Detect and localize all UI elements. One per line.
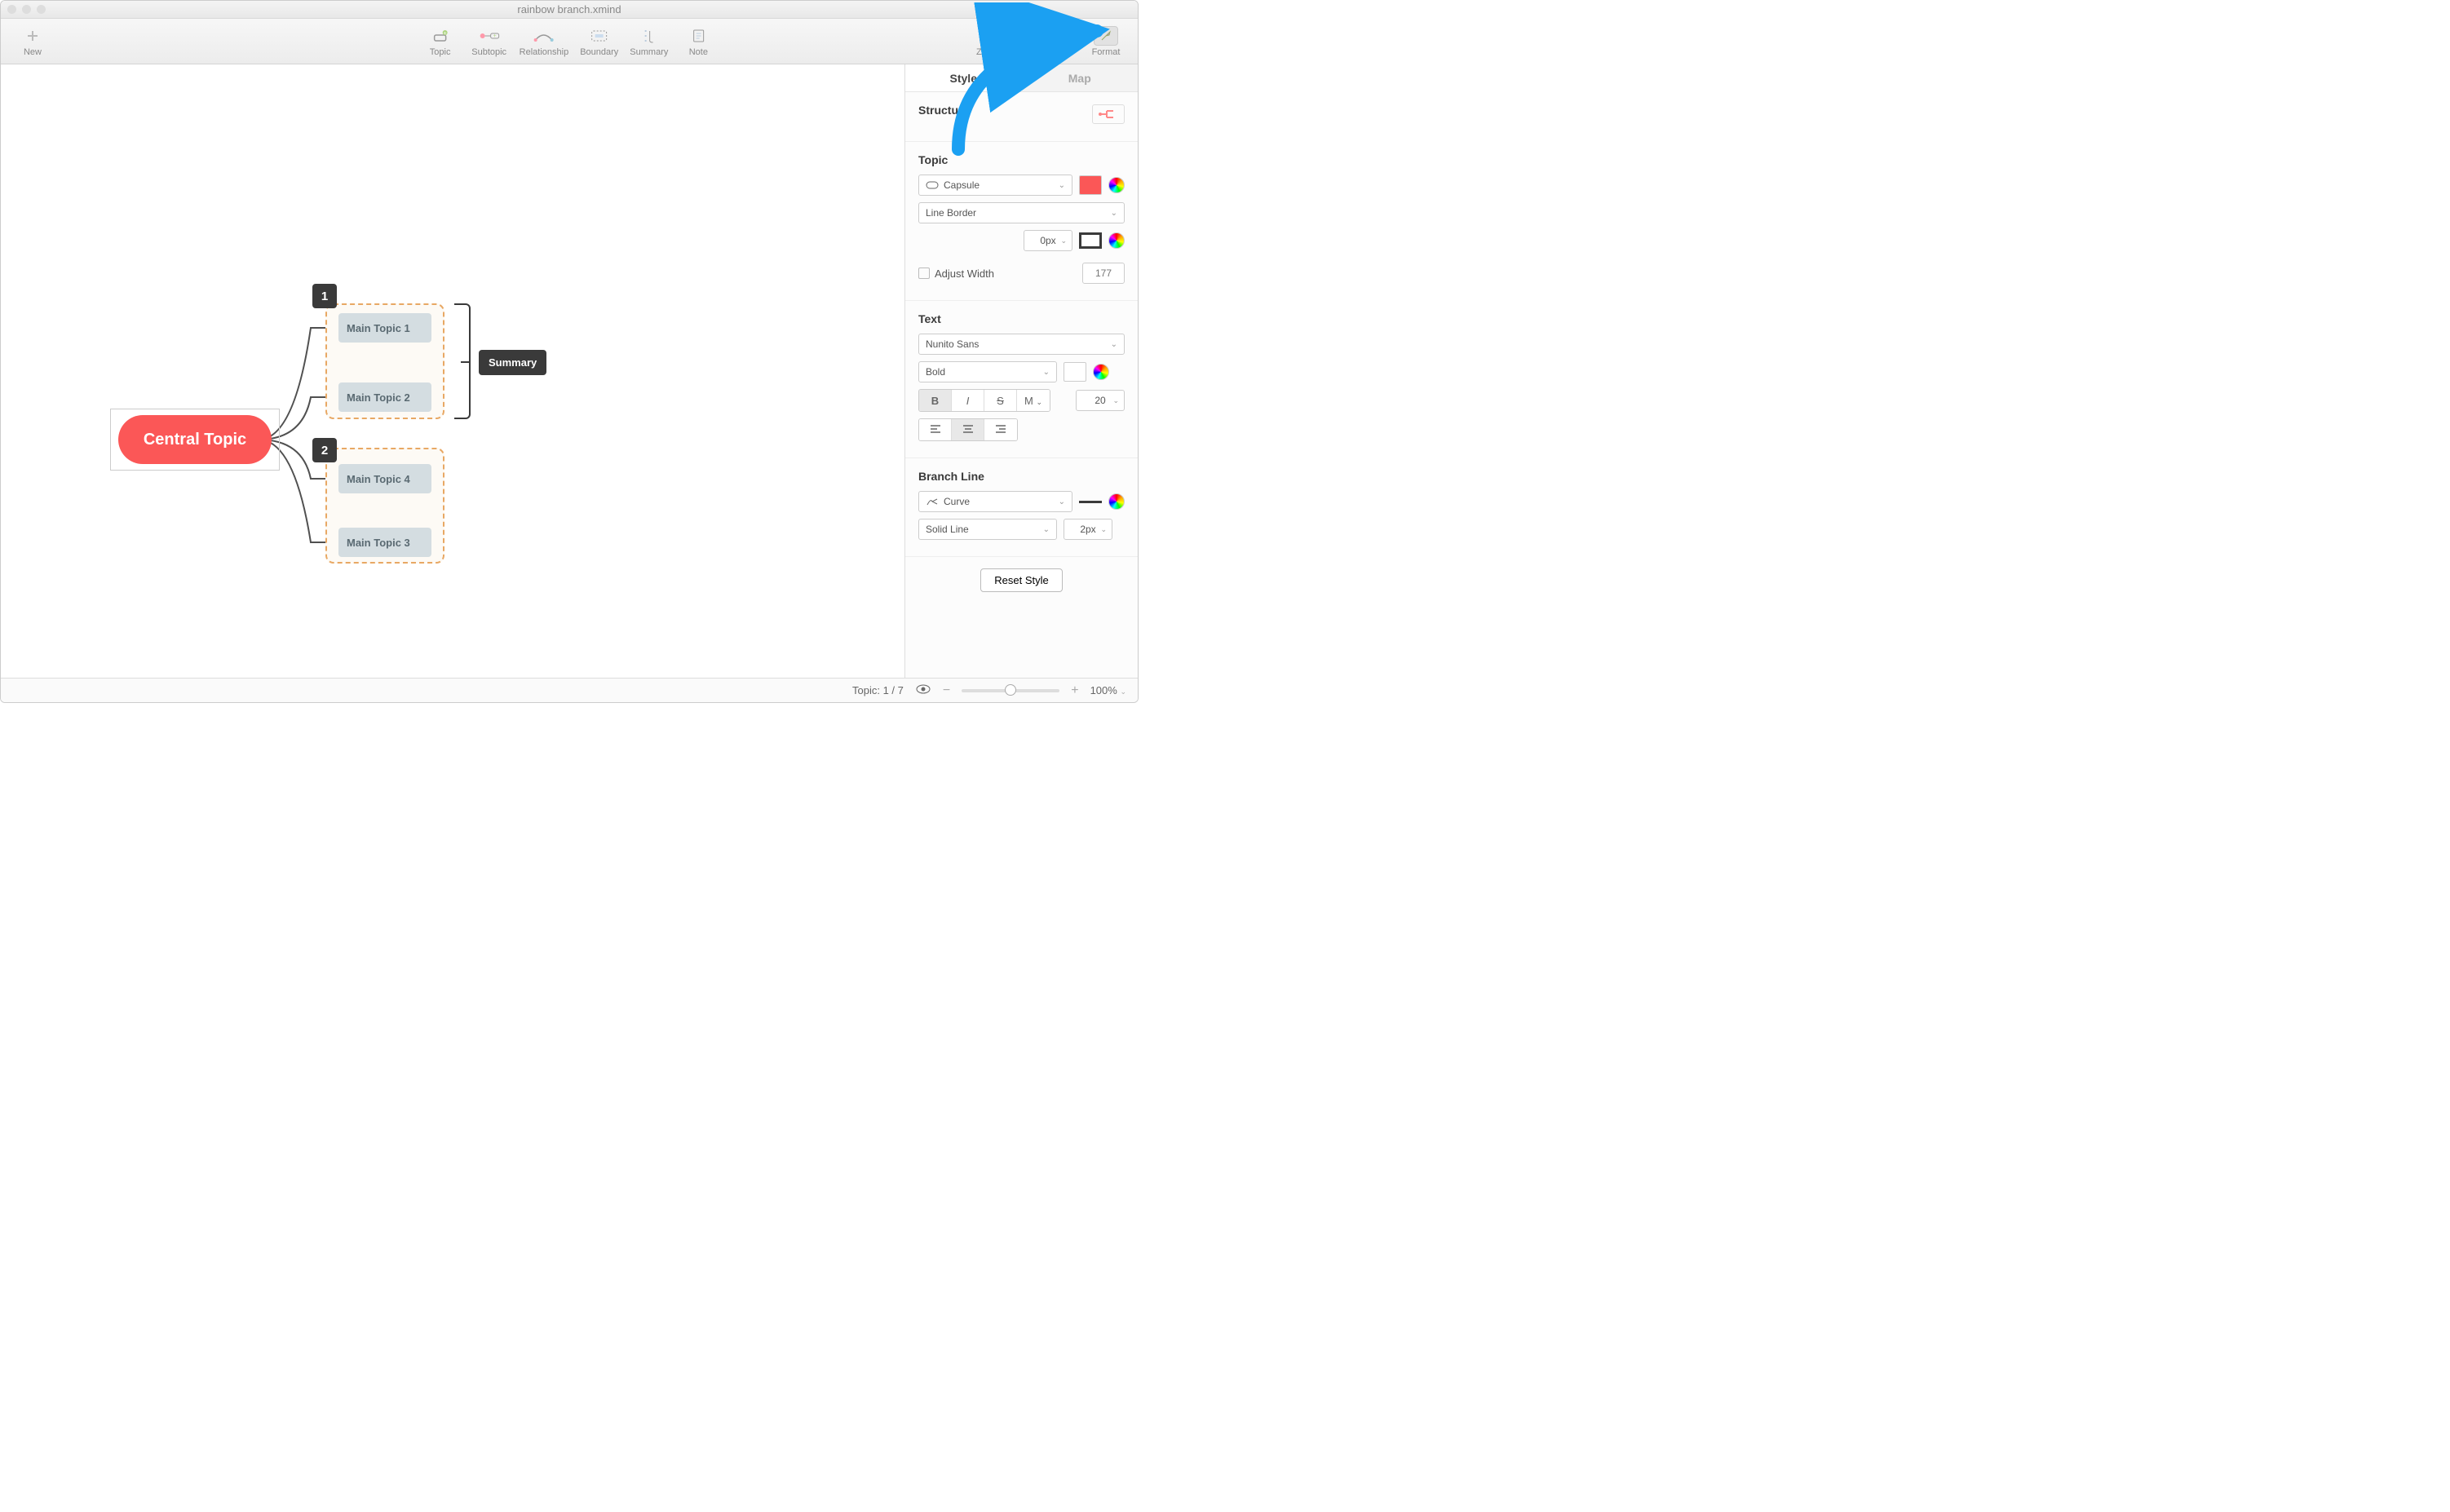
plus-icon [25,26,40,46]
topic-count: Topic: 1 / 7 [852,684,904,696]
strike-button[interactable]: S [984,390,1017,411]
zoom-slider[interactable] [962,689,1059,692]
font-select[interactable]: Nunito Sans ⌄ [918,334,1125,355]
color-picker-icon[interactable] [1108,232,1125,249]
eye-icon[interactable] [915,683,931,697]
topic-node[interactable]: Main Topic 1 [338,313,431,343]
align-center-button[interactable] [952,419,984,440]
format-sidebar: Style Map Structure Topic Capsule [904,64,1138,678]
chevron-down-icon: ⌄ [1112,396,1119,405]
chevron-down-icon: ⌄ [1111,340,1117,349]
branch-width-select[interactable]: 2px⌄ [1064,519,1112,540]
align-right-button[interactable] [984,419,1017,440]
summary-icon [640,26,658,46]
branch-style-select[interactable]: Solid Line ⌄ [918,519,1057,540]
boundary-button[interactable]: Boundary [580,26,618,57]
reset-style-button[interactable]: Reset Style [980,568,1062,592]
zoom-out-button[interactable]: − [943,683,950,698]
adjust-width-checkbox[interactable]: Adjust Width [918,267,994,280]
italic-button[interactable]: I [952,390,984,411]
summary-button[interactable]: Summary [630,26,668,57]
text-label: Text [918,312,1125,325]
topic-border-select[interactable]: Line Border ⌄ [918,202,1125,223]
section-topic: Topic Capsule ⌄ Line Border ⌄ [905,142,1138,301]
tab-style[interactable]: Style [905,64,1022,91]
chevron-down-icon: ⌄ [1059,181,1065,190]
relationship-icon [533,26,555,46]
badge-1[interactable]: 1 [312,284,337,308]
structure-selector[interactable] [1092,104,1125,124]
note-button[interactable]: Note [679,26,717,57]
toolbar: New + Topic + Subtopic Relationship Boun… [1,19,1138,64]
share-button[interactable]: Share [1027,26,1064,57]
central-topic-label: Central Topic [118,415,272,464]
share-icon [1038,26,1053,46]
tab-map[interactable]: Map [1022,64,1139,91]
font-size-select[interactable]: 20⌄ [1076,390,1125,411]
topic-node[interactable]: Main Topic 4 [338,464,431,493]
canvas[interactable]: Central Topic 1 2 Main Topic 1 Main Topi… [1,64,904,678]
subtopic-icon: + [478,26,501,46]
zen-button[interactable]: ZEN [966,26,1004,57]
topic-label: Topic [918,153,1125,166]
color-picker-icon[interactable] [1093,364,1109,380]
topic-node[interactable]: Main Topic 2 [338,382,431,412]
text-color-swatch[interactable] [1064,362,1086,382]
chevron-down-icon: ⌄ [1043,368,1050,377]
subtopic-button[interactable]: + Subtopic [471,26,508,57]
topic-shape-select[interactable]: Capsule ⌄ [918,175,1072,196]
fullscreen-icon [978,26,993,46]
chevron-down-icon: ⌄ [1111,209,1117,218]
checkbox-icon [918,267,930,279]
svg-text:+: + [444,31,447,37]
app-window: rainbow branch.xmind New + Topic + Subto… [0,0,1139,703]
slider-thumb[interactable] [1005,684,1016,696]
relationship-button[interactable]: Relationship [520,26,569,57]
more-button[interactable]: M ⌄ [1017,390,1050,411]
color-picker-icon[interactable] [1108,177,1125,193]
chevron-down-icon: ⌄ [1100,525,1107,534]
sidebar-tabs: Style Map [905,64,1138,92]
font-weight-select[interactable]: Bold ⌄ [918,361,1057,382]
section-structure: Structure [905,92,1138,142]
branch-label: Branch Line [918,470,1125,483]
bold-button[interactable]: B [919,390,952,411]
border-width-select[interactable]: 0px⌄ [1024,230,1072,251]
window-title: rainbow branch.xmind [1,3,1138,15]
chevron-down-icon: ⌄ [1043,525,1050,534]
align-group [918,418,1018,441]
format-button[interactable]: Format [1087,26,1125,57]
statusbar: Topic: 1 / 7 − + 100% ⌄ [1,678,1138,702]
note-icon [691,26,705,46]
color-picker-icon[interactable] [1108,493,1125,510]
topic-fill-swatch[interactable] [1079,175,1102,195]
branch-color-swatch[interactable] [1079,501,1102,503]
summary-node[interactable]: Summary [479,350,546,375]
titlebar: rainbow branch.xmind [1,1,1138,19]
topic-icon: + [432,26,449,46]
chevron-down-icon: ⌄ [1059,497,1065,506]
font-style-group: B I S M ⌄ [918,389,1050,412]
boundary-icon [590,26,608,46]
adjust-width-input[interactable] [1082,263,1125,284]
topic-button[interactable]: + Topic [422,26,459,57]
curve-icon [926,497,939,506]
structure-label: Structure [918,104,969,117]
topic-node[interactable]: Main Topic 3 [338,528,431,557]
central-topic[interactable]: Central Topic [110,409,280,471]
zoom-level[interactable]: 100% ⌄ [1090,684,1126,696]
border-color-swatch[interactable] [1079,232,1102,249]
branch-curve-select[interactable]: Curve ⌄ [918,491,1072,512]
chevron-down-icon: ⌄ [1060,237,1067,245]
section-branch: Branch Line Curve ⌄ Solid Line ⌄ [905,458,1138,557]
svg-text:+: + [493,33,497,39]
align-left-button[interactable] [919,419,952,440]
section-text: Text Nunito Sans ⌄ Bold ⌄ [905,301,1138,458]
capsule-icon [926,181,939,189]
new-button[interactable]: New [14,26,51,57]
badge-2[interactable]: 2 [312,438,337,462]
zoom-in-button[interactable]: + [1071,683,1078,698]
format-icon [1094,26,1118,46]
summary-bracket [454,303,471,419]
